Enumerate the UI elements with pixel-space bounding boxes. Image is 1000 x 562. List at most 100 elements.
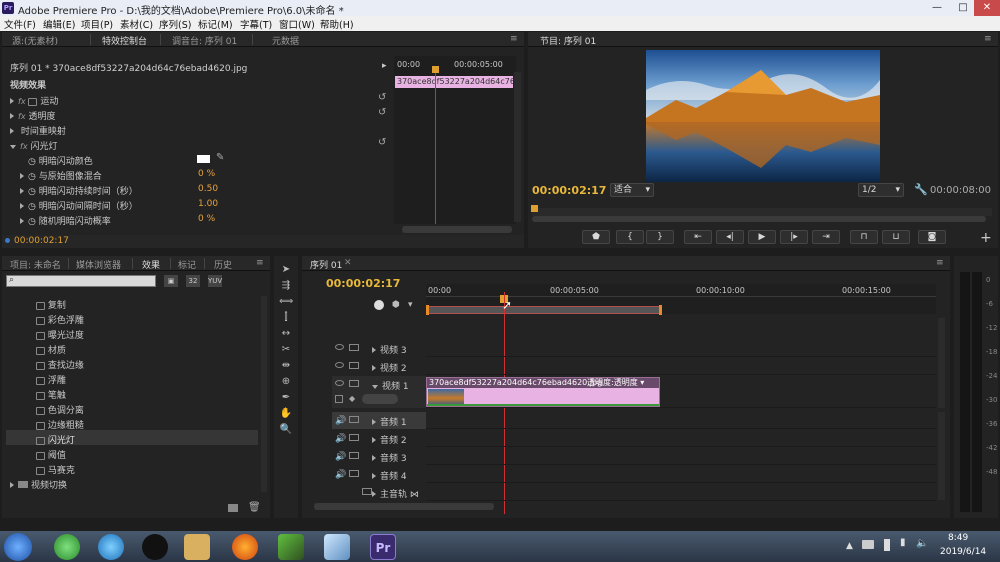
start-button[interactable]	[4, 533, 32, 561]
premiere-taskbar-icon[interactable]: Pr	[370, 534, 396, 560]
step-back-button[interactable]: ◂|	[716, 230, 744, 244]
tab-metadata[interactable]: 元数据	[272, 34, 299, 47]
effects-scrollbar[interactable]	[261, 296, 267, 492]
clip-opacity-line[interactable]	[427, 404, 659, 406]
param-period-value[interactable]: 1.00	[198, 199, 218, 209]
tab-source[interactable]: 源:(无素材)	[12, 34, 58, 47]
add-marker-icon[interactable]: ▾	[408, 300, 413, 310]
effect-controls-timecode[interactable]: 00:00:02:17	[14, 236, 69, 246]
program-playhead[interactable]	[531, 205, 538, 212]
zoom-tool-icon[interactable]: 🔍	[279, 424, 293, 436]
effect-item[interactable]: 彩色浮雕	[36, 313, 84, 326]
battery-icon[interactable]	[884, 539, 890, 551]
toggle-output-eye-icon[interactable]	[335, 362, 344, 368]
track-lock-icon[interactable]	[349, 470, 359, 477]
program-zoom-bar[interactable]	[532, 216, 986, 222]
menu-clip[interactable]: 素材(C)	[120, 17, 153, 31]
go-to-out-button[interactable]: ⇥	[812, 230, 840, 244]
toggle-output-eye-icon[interactable]	[335, 380, 344, 386]
tab-markers[interactable]: 标记	[178, 258, 196, 271]
tab-effects[interactable]: 效果	[142, 258, 160, 271]
speaker-icon[interactable]: 🔊	[335, 470, 346, 480]
mark-in-button[interactable]: {	[616, 230, 644, 244]
network-icon[interactable]: ▮	[900, 537, 906, 548]
clock-date[interactable]: 2019/6/14	[940, 547, 986, 557]
marker-icon[interactable]: ⬢	[392, 300, 400, 310]
firefox-icon[interactable]	[232, 534, 258, 560]
go-to-in-button[interactable]: ⇤	[684, 230, 712, 244]
selection-tool-icon[interactable]: ➤	[279, 264, 293, 276]
effect-item[interactable]: 曝光过度	[36, 328, 84, 341]
track-lock-icon[interactable]	[349, 452, 359, 459]
play-clip-icon[interactable]: ▸	[382, 61, 387, 71]
reset-strobe-icon[interactable]: ↺	[378, 137, 386, 148]
program-scrub-bar[interactable]	[532, 208, 992, 216]
display-style-icon[interactable]	[335, 395, 343, 403]
menu-help[interactable]: 帮助(H)	[320, 17, 354, 31]
effect-item[interactable]: 查找边缘	[36, 358, 84, 371]
effect-opacity[interactable]: fx 透明度	[10, 109, 55, 122]
tab-history[interactable]: 历史	[214, 258, 232, 271]
menu-sequence[interactable]: 序列(S)	[159, 17, 191, 31]
track-select-tool-icon[interactable]: ⇶	[279, 280, 293, 292]
effect-timeline-hscroll[interactable]	[402, 226, 512, 233]
track-lock-icon[interactable]	[349, 434, 359, 441]
play-button[interactable]: ▶	[748, 230, 776, 244]
work-area-out[interactable]	[659, 305, 662, 315]
app-360-icon[interactable]	[54, 534, 80, 560]
qq-icon[interactable]	[142, 534, 168, 560]
fit-dropdown[interactable]: 适合 ▾	[610, 183, 654, 197]
add-marker-button[interactable]: ⬟	[582, 230, 610, 244]
track-lane-master[interactable]	[426, 484, 936, 501]
reset-motion-icon[interactable]: ↺	[378, 92, 386, 103]
tab-program[interactable]: 节目: 序列 01	[540, 34, 596, 47]
hand-tool-icon[interactable]: ✋	[279, 408, 293, 420]
tab-project[interactable]: 项目: 未命名	[10, 258, 61, 271]
program-panel-menu-icon[interactable]: ≡	[984, 34, 992, 44]
menu-file[interactable]: 文件(F)	[4, 17, 36, 31]
close-button[interactable]: ✕	[974, 0, 1000, 16]
extract-button[interactable]: ⊔	[882, 230, 910, 244]
effect-motion[interactable]: fx 运动	[10, 94, 58, 107]
effect-item[interactable]: 阈值	[36, 448, 66, 461]
param-blend-value[interactable]: 0 %	[198, 169, 215, 179]
effect-item-selected[interactable]: 闪光灯	[36, 433, 75, 446]
tab-effect-controls[interactable]: 特效控制台	[102, 34, 147, 47]
track-header-master[interactable]: 主音轨 ⋈	[332, 484, 426, 501]
speaker-icon[interactable]: 🔊	[335, 452, 346, 462]
work-area-in[interactable]	[426, 305, 429, 315]
track-header-video-3[interactable]: 视频 3	[332, 340, 426, 357]
minimize-button[interactable]: —	[924, 0, 950, 16]
slide-tool-icon[interactable]: ⊕	[279, 376, 293, 388]
effects-search-input[interactable]: ⌕	[6, 275, 156, 287]
track-lock-icon[interactable]	[349, 362, 359, 369]
panel-menu-icon[interactable]: ≡	[510, 34, 518, 44]
slip-tool-icon[interactable]: ⇹	[279, 360, 293, 372]
eyedropper-icon[interactable]: ✎	[216, 152, 224, 163]
track-header-audio-3[interactable]: 🔊 音频 3	[332, 448, 426, 465]
add-button-icon[interactable]: +	[980, 230, 992, 246]
menu-edit[interactable]: 编辑(E)	[43, 17, 75, 31]
effect-item[interactable]: 笔触	[36, 388, 66, 401]
speaker-icon[interactable]: 🔊	[335, 434, 346, 444]
track-lock-icon[interactable]	[349, 416, 359, 423]
folder-video-transitions[interactable]: 视频切换	[10, 478, 67, 491]
track-header-audio-1[interactable]: 🔊 音频 1	[332, 412, 426, 429]
razor-tool-icon[interactable]: ✂	[279, 344, 293, 356]
track-lane-audio-2[interactable]	[426, 430, 936, 447]
clock-time[interactable]: 8:49	[948, 533, 968, 543]
export-frame-button[interactable]: ◙	[918, 230, 946, 244]
keyframe-toggle-icon[interactable]: ◆	[349, 394, 355, 403]
file-explorer-icon[interactable]	[184, 534, 210, 560]
delete-icon[interactable]: 🗑	[248, 502, 261, 513]
track-lock-icon[interactable]	[349, 344, 359, 351]
clip-effect-dropdown[interactable]: 透明度:透明度 ▾	[587, 377, 644, 388]
timeline-zoom-scrollbar[interactable]	[314, 503, 494, 510]
track-header-video-2[interactable]: 视频 2	[332, 358, 426, 375]
track-lock-icon[interactable]	[349, 380, 359, 387]
menu-project[interactable]: 项目(P)	[81, 17, 113, 31]
tab-sequence-01[interactable]: 序列 01	[310, 258, 342, 271]
effect-clip-bar[interactable]: 370ace8df53227a204d64c76ebad	[395, 76, 513, 88]
timeline-panel-menu-icon[interactable]: ≡	[936, 258, 944, 268]
effect-time-remap[interactable]: 时间重映射	[10, 124, 66, 137]
